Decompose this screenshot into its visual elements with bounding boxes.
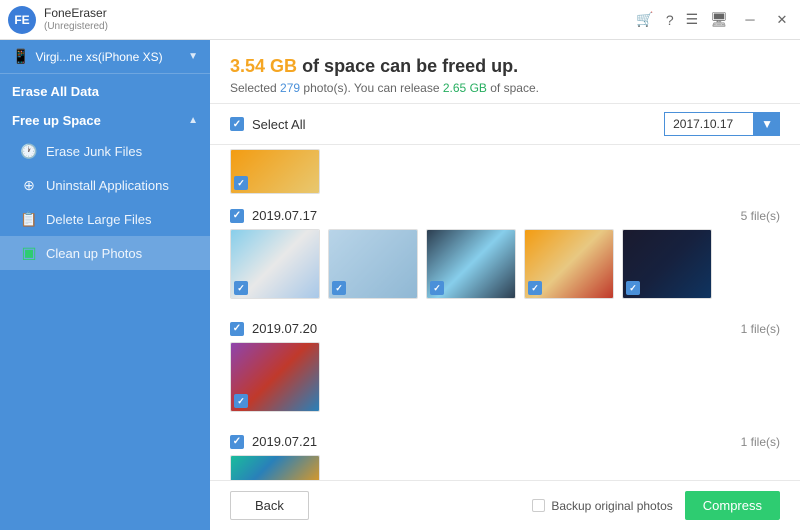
photo-thumbnail[interactable] [622, 229, 712, 299]
chevron-down-icon: ▼ [188, 51, 198, 62]
selected-count: 279 [280, 81, 300, 95]
sidebar: 📱 Virgi...ne xs(iPhone XS) ▼ Erase All D… [0, 40, 210, 530]
footer-right: Backup original photos Compress [532, 491, 780, 520]
space-text: of space can be freed up. [302, 56, 518, 76]
phone-icon: 📱 [12, 48, 29, 65]
photo-thumbnail[interactable] [524, 229, 614, 299]
file-count-2: 1 file(s) [741, 322, 780, 336]
app-icon: FE [8, 6, 36, 34]
select-all-label: Select All [252, 117, 305, 132]
space-size: 3.54 GB [230, 56, 297, 76]
date-group-header-2: 2019.07.20 1 file(s) [230, 315, 780, 342]
release-size: 2.65 GB [443, 81, 487, 95]
sidebar-free-up-header[interactable]: Free up Space ▲ [0, 103, 210, 134]
photo-thumbnail[interactable] [230, 455, 320, 480]
monitor-icon[interactable]: 🖥 [710, 11, 728, 28]
space-info: 3.54 GB of space can be freed up. [230, 56, 780, 77]
date-dropdown-button[interactable]: ▼ [754, 112, 780, 136]
file-icon: 📋 [20, 210, 38, 228]
toolbar: Select All ▼ [210, 104, 800, 145]
sidebar-item-clean-photos[interactable]: ▣ Clean up Photos [0, 236, 210, 270]
photo-checkbox[interactable] [234, 394, 248, 408]
date-label-3: 2019.07.21 [252, 434, 317, 449]
photo-thumbnail[interactable] [328, 229, 418, 299]
apps-icon: ⊕ [20, 176, 38, 194]
photo-thumbnail[interactable] [230, 229, 320, 299]
photo-thumbnail[interactable] [230, 342, 320, 412]
photo-checkbox[interactable] [332, 281, 346, 295]
back-button[interactable]: Back [230, 491, 309, 520]
group-checkbox-1[interactable] [230, 209, 244, 223]
compress-button[interactable]: Compress [685, 491, 780, 520]
date-group-2: 2019.07.20 1 file(s) [210, 315, 800, 428]
photo-icon: ▣ [20, 244, 38, 262]
main-layout: 📱 Virgi...ne xs(iPhone XS) ▼ Erase All D… [0, 40, 800, 530]
photos-row-3 [230, 455, 780, 480]
date-group-header-1: 2019.07.17 5 file(s) [230, 202, 780, 229]
date-group-3: 2019.07.21 1 file(s) [210, 428, 800, 480]
selection-info: Selected 279 photo(s). You can release 2… [230, 81, 780, 95]
sidebar-item-large-files[interactable]: 📋 Delete Large Files [0, 202, 210, 236]
date-label-2: 2019.07.20 [252, 321, 317, 336]
photos-row-1 [230, 229, 780, 307]
file-count-3: 1 file(s) [741, 435, 780, 449]
backup-checkbox-area: Backup original photos [532, 499, 672, 513]
photo-checkbox[interactable] [626, 281, 640, 295]
titlebar: FE FoneEraser (Unregistered) 🛒 ? ☰ 🖥 ─ ✕ [0, 0, 800, 40]
device-name: Virgi...ne xs(iPhone XS) [35, 50, 188, 64]
photo-thumbnail[interactable] [230, 149, 320, 194]
file-count-1: 5 file(s) [741, 209, 780, 223]
content-header: 3.54 GB of space can be freed up. Select… [210, 40, 800, 104]
group-checkbox-2[interactable] [230, 322, 244, 336]
window-controls: 🛒 ? ☰ 🖥 ─ ✕ [636, 10, 792, 30]
device-selector[interactable]: 📱 Virgi...ne xs(iPhone XS) ▼ [0, 40, 210, 74]
backup-label: Backup original photos [551, 499, 672, 513]
close-button[interactable]: ✕ [772, 10, 792, 30]
date-group-1: 2019.07.17 5 file(s) [210, 202, 800, 315]
group-checkbox-3[interactable] [230, 435, 244, 449]
chevron-up-icon: ▲ [188, 115, 198, 126]
cart-icon[interactable]: 🛒 [636, 11, 653, 28]
partial-top-group [210, 145, 800, 202]
sidebar-item-erase-junk[interactable]: 🕐 Erase Junk Files [0, 134, 210, 168]
photo-checkbox[interactable] [234, 176, 248, 190]
select-all-area: Select All [230, 117, 305, 132]
date-group-header-3: 2019.07.21 1 file(s) [230, 428, 780, 455]
date-filter: ▼ [664, 112, 780, 136]
photo-thumbnail[interactable] [426, 229, 516, 299]
question-icon[interactable]: ? [666, 12, 674, 28]
minimize-button[interactable]: ─ [740, 10, 760, 30]
partial-photos-row [230, 149, 780, 202]
content-footer: Back Backup original photos Compress [210, 480, 800, 530]
app-branding: FE FoneEraser (Unregistered) [8, 6, 108, 34]
date-input[interactable] [664, 112, 754, 136]
select-all-checkbox[interactable] [230, 117, 244, 131]
backup-checkbox[interactable] [532, 499, 545, 512]
app-name: FoneEraser (Unregistered) [44, 6, 108, 32]
sidebar-item-uninstall[interactable]: ⊕ Uninstall Applications [0, 168, 210, 202]
sidebar-item-erase-all[interactable]: Erase All Data [0, 74, 210, 103]
clock-icon: 🕐 [20, 142, 38, 160]
menu-icon[interactable]: ☰ [686, 11, 699, 28]
content-area: 3.54 GB of space can be freed up. Select… [210, 40, 800, 530]
photo-checkbox[interactable] [528, 281, 542, 295]
photo-checkbox[interactable] [430, 281, 444, 295]
photo-checkbox[interactable] [234, 281, 248, 295]
photo-scroll-area[interactable]: 2019.07.17 5 file(s) [210, 145, 800, 480]
photos-row-2 [230, 342, 780, 420]
date-label-1: 2019.07.17 [252, 208, 317, 223]
